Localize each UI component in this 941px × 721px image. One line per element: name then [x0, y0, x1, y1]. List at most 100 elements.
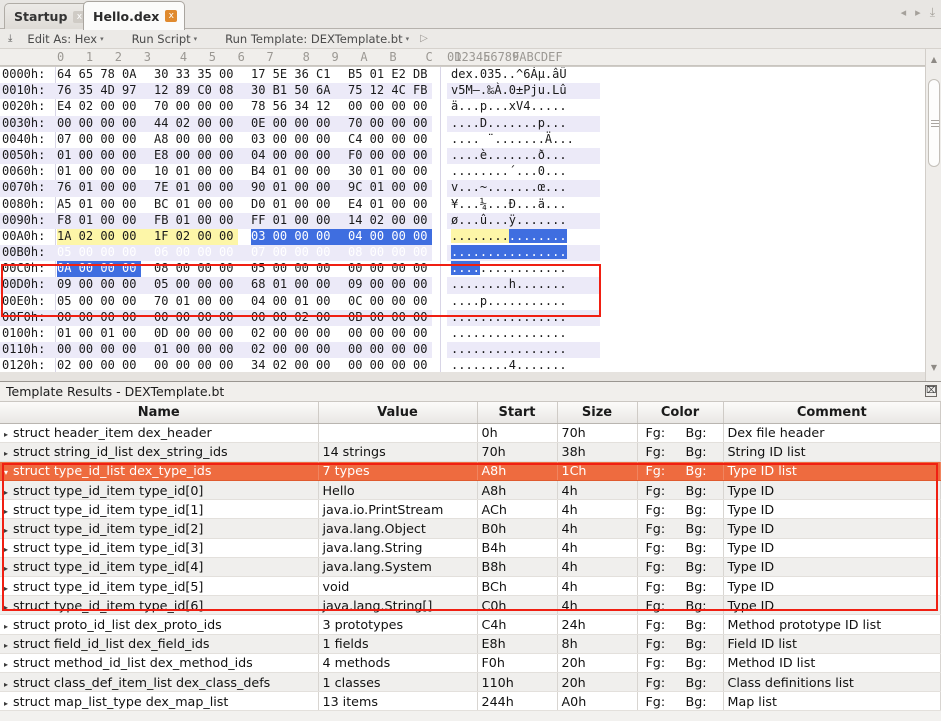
hex-row[interactable]: 0110h: 00 00 00 00 01 00 00 00 02 00 00 00 0…	[0, 342, 925, 359]
color-bg-label[interactable]: Bg:	[686, 617, 707, 632]
color-bg-label[interactable]: Bg:	[686, 598, 707, 613]
row-size-cell[interactable]: 4h	[557, 557, 638, 578]
row-start-cell[interactable]: B8h	[477, 557, 558, 578]
hex-byte-group[interactable]: B4 01 00 00	[251, 164, 335, 180]
hex-byte-group[interactable]: C4 00 00 00	[348, 132, 432, 148]
row-size-cell[interactable]: 4h	[557, 538, 638, 558]
row-name-cell[interactable]: ▸ struct field_id_list dex_field_ids	[0, 634, 319, 654]
tab-prev-icon[interactable]: ◂	[901, 6, 907, 19]
row-value-cell[interactable]: 3 prototypes	[318, 614, 478, 635]
hex-byte-group[interactable]: E8 00 00 00	[154, 147, 238, 165]
row-start-cell[interactable]: 244h	[477, 691, 558, 712]
hex-byte-group[interactable]: 03 00 00 00	[251, 228, 335, 246]
hex-ascii-text[interactable]: ....è.......ð...	[447, 147, 600, 165]
hex-byte-group[interactable]: 1F 02 00 00	[154, 228, 238, 246]
hex-byte-group[interactable]: 70 00 00 00	[154, 99, 238, 115]
hex-byte-group[interactable]: E4 01 00 00	[348, 197, 432, 213]
row-color-cell[interactable]: Fg: Bg:	[637, 557, 724, 578]
hex-byte-group[interactable]: 00 00 00 00	[154, 309, 238, 326]
hex-row[interactable]: 00B0h: 05 00 00 00 06 00 00 00 07 00 00 00 0…	[0, 245, 925, 262]
tab-startup[interactable]: Startup x	[4, 3, 94, 29]
hex-row[interactable]: 0000h: 64 65 78 0A 30 33 35 00 17 5E 36 C1 B…	[0, 67, 925, 84]
hex-byte-group[interactable]: 1A 02 00 00	[57, 228, 141, 246]
hex-byte-group[interactable]: 68 01 00 00	[251, 277, 335, 294]
hex-row[interactable]: 00E0h: 05 00 00 00 70 01 00 00 04 00 01 00 0…	[0, 293, 925, 310]
hex-byte-group[interactable]: 00 00 00 00	[57, 342, 141, 359]
hex-byte-group[interactable]: 03 00 00 00	[251, 132, 335, 148]
hex-byte-group[interactable]: 00 00 02 00	[251, 309, 335, 326]
color-bg-label[interactable]: Bg:	[686, 444, 707, 459]
hex-byte-group[interactable]: A5 01 00 00	[57, 197, 141, 213]
hex-row[interactable]: 0020h: E4 02 00 00 70 00 00 00 78 56 34 12 0…	[0, 99, 925, 116]
color-bg-label[interactable]: Bg:	[686, 425, 707, 440]
hex-byte-group[interactable]: 08 00 00 00	[348, 245, 432, 262]
row-color-cell[interactable]: Fg: Bg:	[637, 595, 724, 616]
hex-byte-group[interactable]: 70 00 00 00	[348, 115, 432, 132]
row-value-cell[interactable]: 13 items	[318, 691, 478, 712]
hex-byte-group[interactable]: 44 02 00 00	[154, 115, 238, 132]
row-start-cell[interactable]: F0h	[477, 653, 558, 673]
table-row[interactable]: ▸ struct header_item dex_header 0h 70h Fg: Bg…	[0, 423, 941, 443]
row-name-cell[interactable]: ▸ struct map_list_type dex_map_list	[0, 691, 319, 712]
row-name-cell[interactable]: ▸ struct type_id_item type_id[3]	[0, 538, 319, 558]
hex-byte-group[interactable]: E4 02 00 00	[57, 99, 141, 115]
row-start-cell[interactable]: C0h	[477, 595, 558, 616]
table-row[interactable]: ▸ struct type_id_item type_id[2] java.lang…	[0, 518, 941, 539]
hex-byte-group[interactable]: 06 00 00 00	[154, 245, 238, 262]
row-comment-cell[interactable]: Type ID	[723, 480, 941, 501]
hex-byte-grid[interactable]: 0000h: 64 65 78 0A 30 33 35 00 17 5E 36 C1 B…	[0, 67, 925, 381]
hex-byte-group[interactable]: 76 01 00 00	[57, 180, 141, 197]
color-bg-label[interactable]: Bg:	[686, 521, 707, 536]
hex-byte-group[interactable]: 0A 00 00 00	[57, 261, 141, 278]
row-color-cell[interactable]: Fg: Bg:	[637, 691, 724, 712]
hex-byte-group[interactable]: 05 00 00 00	[154, 277, 238, 294]
hex-byte-group[interactable]: FF 01 00 00	[251, 212, 335, 229]
row-start-cell[interactable]: ACh	[477, 499, 558, 520]
expander-collapsed-icon[interactable]: ▸	[4, 488, 13, 497]
hex-ascii-text[interactable]: ................	[447, 245, 600, 262]
row-comment-cell[interactable]: Type ID	[723, 576, 941, 597]
expander-collapsed-icon[interactable]: ▸	[4, 622, 13, 631]
row-start-cell[interactable]: A8h	[477, 480, 558, 501]
hex-byte-group[interactable]: 05 00 00 00	[57, 294, 141, 310]
hex-ascii-text[interactable]: ä...p...xV4.....	[447, 99, 600, 115]
color-fg-label[interactable]: Fg:	[642, 636, 686, 651]
row-comment-cell[interactable]: Type ID	[723, 557, 941, 578]
hex-ascii-text[interactable]: dex.035..^6Áµ.âÛ	[447, 67, 600, 83]
row-start-cell[interactable]: A8h	[477, 461, 558, 482]
hex-byte-group[interactable]: B5 01 E2 DB	[348, 67, 432, 83]
row-name-cell[interactable]: ▸ struct type_id_item type_id[6]	[0, 595, 319, 616]
color-fg-label[interactable]: Fg:	[642, 694, 686, 709]
expander-collapsed-icon[interactable]: ▸	[4, 584, 13, 593]
hex-byte-group[interactable]: 30 33 35 00	[154, 67, 238, 83]
row-name-cell[interactable]: ▸ struct type_id_item type_id[0]	[0, 480, 319, 501]
row-comment-cell[interactable]: Type ID	[723, 595, 941, 616]
row-value-cell[interactable]: 4 methods	[318, 653, 478, 673]
table-row[interactable]: ▸ struct type_id_item type_id[6] java.lang…	[0, 595, 941, 616]
row-size-cell[interactable]: 4h	[557, 576, 638, 597]
hex-byte-group[interactable]: 07 00 00 00	[251, 245, 335, 262]
row-comment-cell[interactable]: Class definitions list	[723, 672, 941, 693]
row-comment-cell[interactable]: String ID list	[723, 442, 941, 462]
hex-byte-group[interactable]: 07 00 00 00	[57, 132, 141, 148]
row-value-cell[interactable]: void	[318, 576, 478, 597]
row-color-cell[interactable]: Fg: Bg:	[637, 538, 724, 558]
row-start-cell[interactable]: C4h	[477, 614, 558, 635]
row-size-cell[interactable]: 70h	[557, 423, 638, 443]
hex-byte-group[interactable]: 02 00 00 00	[251, 326, 335, 342]
row-size-cell[interactable]: 4h	[557, 480, 638, 501]
row-color-cell[interactable]: Fg: Bg:	[637, 480, 724, 501]
color-fg-label[interactable]: Fg:	[642, 540, 686, 555]
row-size-cell[interactable]: A0h	[557, 691, 638, 712]
hex-ascii-text[interactable]: ....D.......p...	[447, 115, 600, 132]
row-comment-cell[interactable]: Field ID list	[723, 634, 941, 654]
hex-byte-group[interactable]: 12 89 C0 08	[154, 83, 238, 100]
hex-ascii-text[interactable]: v5M—.‰À.0±Pju.Lû	[447, 83, 600, 100]
hex-byte-group[interactable]: A8 00 00 00	[154, 132, 238, 148]
row-color-cell[interactable]: Fg: Bg:	[637, 423, 724, 443]
hex-byte-group[interactable]: 14 02 00 00	[348, 212, 432, 229]
hex-ascii-text[interactable]: ....p...........	[447, 294, 600, 310]
column-header-name[interactable]: Name	[0, 402, 319, 424]
row-start-cell[interactable]: 0h	[477, 423, 558, 443]
hex-byte-group[interactable]: 17 5E 36 C1	[251, 67, 335, 83]
